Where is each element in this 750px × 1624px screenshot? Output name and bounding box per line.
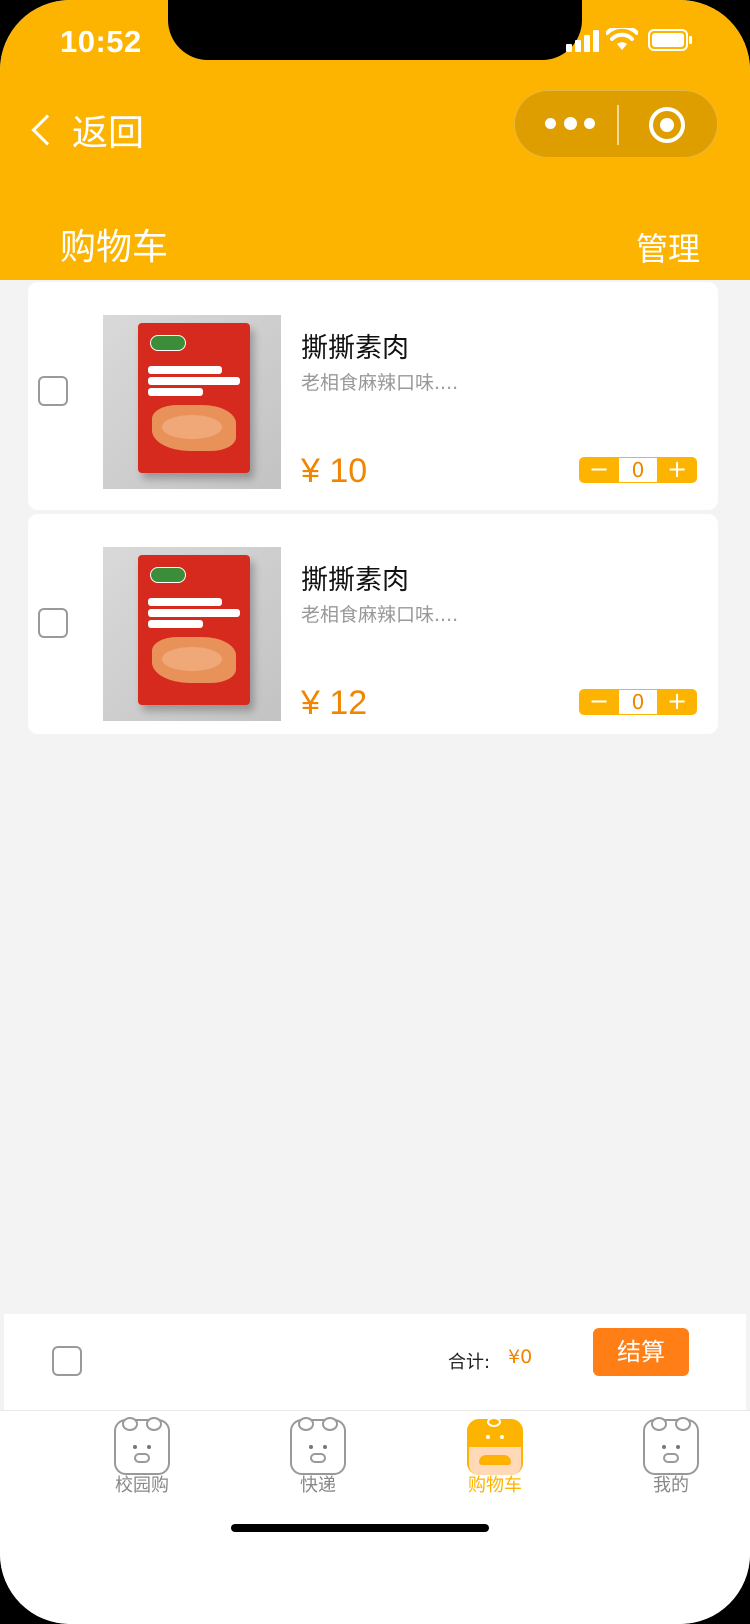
cart-item: 撕撕素肉 老相食麻辣口味.... ¥ 12 − 0 + <box>28 514 718 734</box>
back-label: 返回 <box>72 113 145 154</box>
decrease-button[interactable]: − <box>579 457 619 483</box>
miniprogram-capsule <box>514 90 718 158</box>
select-all-checkbox[interactable] <box>52 1346 82 1376</box>
product-price: ¥ 12 <box>301 684 368 722</box>
quantity-stepper: − 0 + <box>579 689 697 715</box>
increase-button[interactable]: + <box>657 689 697 715</box>
tab-campus-shop[interactable]: 校园购 <box>82 1417 202 1497</box>
product-name: 撕撕素肉 <box>301 333 409 364</box>
back-button[interactable]: 返回 <box>26 104 144 156</box>
quantity-stepper: − 0 + <box>579 457 697 483</box>
signal-icon <box>566 30 600 52</box>
status-time: 10:52 <box>60 24 142 59</box>
monkey-icon <box>290 1417 346 1475</box>
increase-button[interactable]: + <box>657 457 697 483</box>
capsule-divider <box>617 105 619 145</box>
pig-icon <box>114 1417 170 1475</box>
quantity-value[interactable]: 0 <box>619 690 657 714</box>
cart-item: 撕撕素肉 老相食麻辣口味.... ¥ 10 − 0 + <box>28 282 718 510</box>
tab-cart[interactable]: 购物车 <box>435 1417 555 1497</box>
chevron-left-icon <box>31 114 63 146</box>
item-checkbox[interactable] <box>38 376 68 406</box>
quantity-value[interactable]: 0 <box>619 458 657 482</box>
tab-express[interactable]: 快递 <box>258 1417 378 1497</box>
device-notch <box>168 0 582 60</box>
monk-crown-icon <box>643 1417 699 1475</box>
checkout-bar: 合计: ¥0 结算 <box>4 1314 746 1410</box>
product-description: 老相食麻辣口味.... <box>301 372 459 394</box>
header-bar: 10:52 返回 购物车 管理 <box>0 0 750 280</box>
wifi-icon <box>605 24 639 52</box>
page-title: 购物车 <box>60 227 169 268</box>
total-label: 合计: <box>448 1352 491 1373</box>
monk-icon <box>467 1417 523 1475</box>
manage-button[interactable]: 管理 <box>636 224 700 270</box>
item-checkbox[interactable] <box>38 608 68 638</box>
decrease-button[interactable]: − <box>579 689 619 715</box>
product-image[interactable] <box>103 315 281 489</box>
product-name: 撕撕素肉 <box>301 565 409 596</box>
close-miniprogram-icon[interactable] <box>649 107 685 143</box>
product-price: ¥ 10 <box>301 452 368 490</box>
home-indicator <box>231 1524 489 1532</box>
checkout-button[interactable]: 结算 <box>593 1328 689 1376</box>
phone-screen: 10:52 返回 购物车 管理 撕撕素肉 老相食麻辣口味.... ¥ 10 − … <box>0 0 750 1624</box>
tab-profile[interactable]: 我的 <box>611 1417 731 1497</box>
battery-icon <box>648 28 694 52</box>
product-description: 老相食麻辣口味.... <box>301 604 459 626</box>
more-options-icon[interactable] <box>545 113 595 133</box>
tab-bar: 校园购 快递 购物车 我的 <box>0 1410 750 1624</box>
product-image[interactable] <box>103 547 281 721</box>
total-value: ¥0 <box>508 1346 533 1368</box>
